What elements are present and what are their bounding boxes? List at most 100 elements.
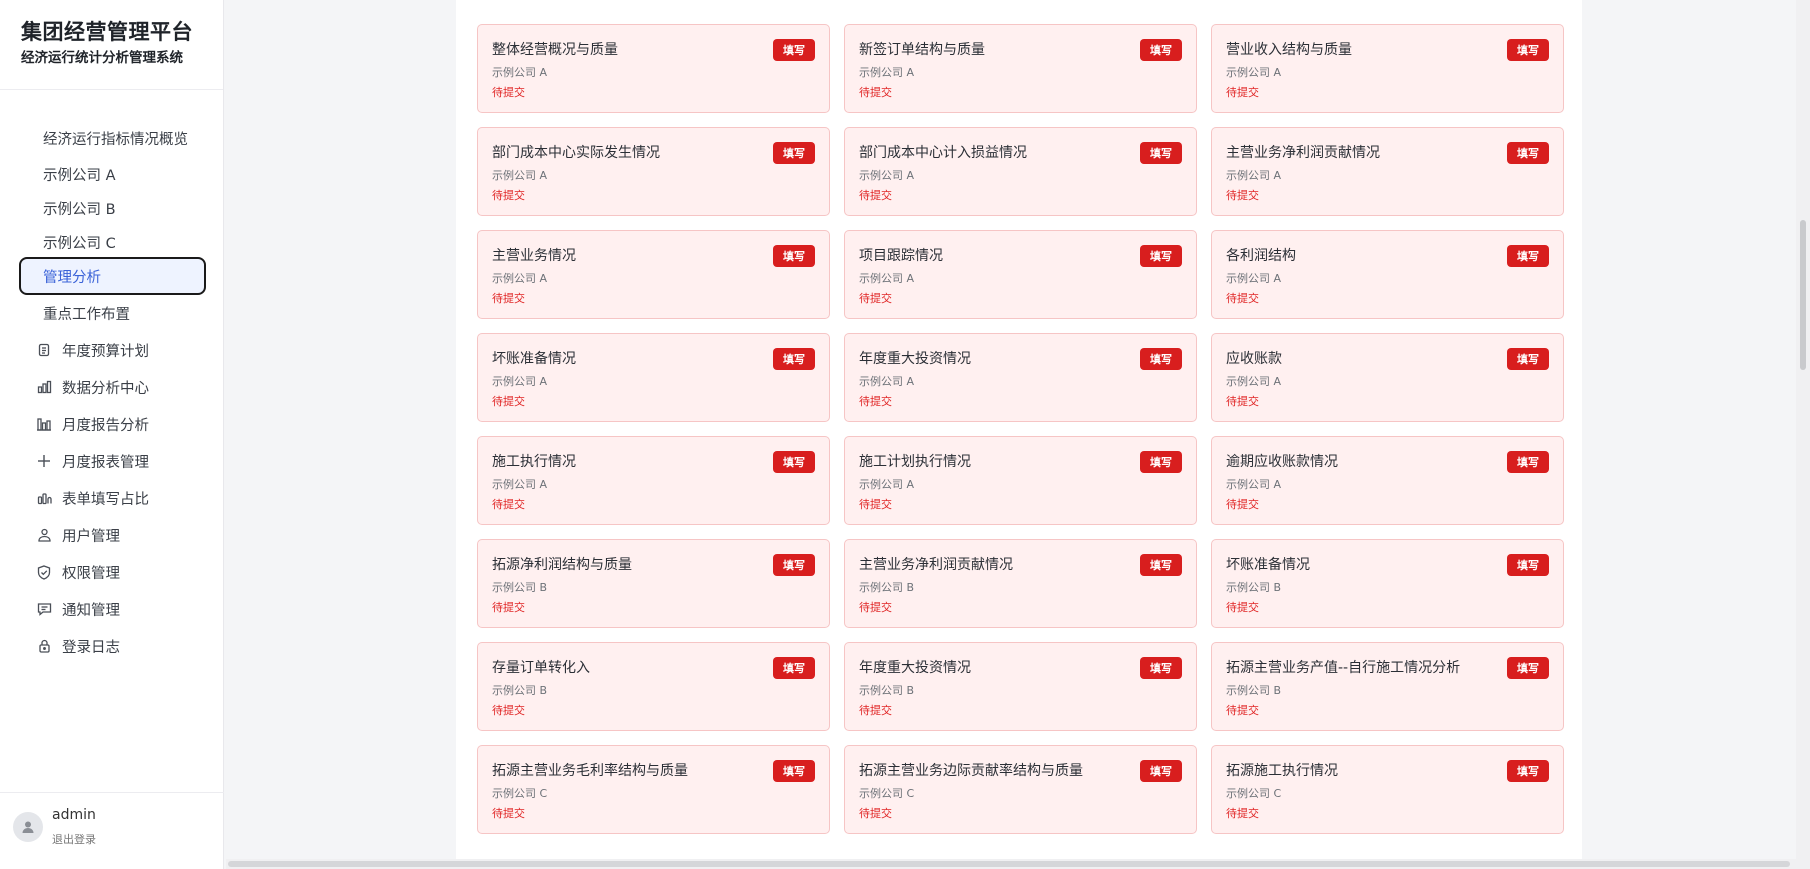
status-badge: 待提交 [492, 601, 525, 614]
sidebar-item[interactable]: 重点工作布置 [19, 294, 206, 332]
fill-button[interactable]: 填写 [773, 142, 815, 164]
report-card[interactable]: 拓源主营业务毛利率结构与质量 示例公司 C 待提交 填写 [477, 745, 830, 834]
report-card[interactable]: 拓源主营业务产值--自行施工情况分析 示例公司 B 待提交 填写 [1211, 642, 1564, 731]
report-card[interactable]: 坏账准备情况 示例公司 B 待提交 填写 [1211, 539, 1564, 628]
fill-button[interactable]: 填写 [773, 39, 815, 61]
card-title: 部门成本中心实际发生情况 [492, 145, 660, 161]
report-card[interactable]: 项目跟踪情况 示例公司 A 待提交 填写 [844, 230, 1197, 319]
fill-button[interactable]: 填写 [1507, 657, 1549, 679]
fill-button[interactable]: 填写 [1507, 760, 1549, 782]
report-card[interactable]: 拓源净利润结构与质量 示例公司 B 待提交 填写 [477, 539, 830, 628]
report-card[interactable]: 逾期应收账款情况 示例公司 A 待提交 填写 [1211, 436, 1564, 525]
card-title: 年度重大投资情况 [859, 351, 971, 367]
fill-button[interactable]: 填写 [773, 451, 815, 473]
sidebar-item[interactable]: 表单填写占比 [19, 479, 206, 517]
report-card[interactable]: 整体经营概况与质量 示例公司 A 待提交 填写 [477, 24, 830, 113]
card-company: 示例公司 A [859, 66, 915, 79]
fill-button[interactable]: 填写 [1140, 245, 1182, 267]
status-badge: 待提交 [859, 498, 892, 511]
report-card[interactable]: 拓源主营业务边际贡献率结构与质量 示例公司 C 待提交 填写 [844, 745, 1197, 834]
sidebar-item-label: 月度报告分析 [62, 417, 149, 434]
sidebar-item[interactable]: 通知管理 [19, 590, 206, 628]
fill-button[interactable]: 填写 [1140, 348, 1182, 370]
status-badge: 待提交 [492, 498, 525, 511]
card-title: 整体经营概况与质量 [492, 42, 618, 58]
report-card[interactable]: 主营业务净利润贡献情况 示例公司 B 待提交 填写 [844, 539, 1197, 628]
sidebar-item[interactable]: 经济运行指标情况概览 [19, 119, 206, 157]
fill-button[interactable]: 填写 [773, 348, 815, 370]
card-company: 示例公司 B [492, 684, 548, 697]
card-title: 营业收入结构与质量 [1226, 42, 1352, 58]
fill-button[interactable]: 填写 [1507, 348, 1549, 370]
fill-button[interactable]: 填写 [773, 245, 815, 267]
card-title: 项目跟踪情况 [859, 248, 943, 264]
column-chart-icon [36, 416, 52, 432]
fill-button[interactable]: 填写 [1140, 39, 1182, 61]
fill-button[interactable]: 填写 [1507, 142, 1549, 164]
scrollbar-thumb[interactable] [1800, 220, 1806, 370]
sidebar-item[interactable]: 示例公司 C [19, 223, 206, 261]
sidebar-item-label: 年度预算计划 [62, 343, 149, 360]
fill-button[interactable]: 填写 [1507, 554, 1549, 576]
fill-button[interactable]: 填写 [1140, 451, 1182, 473]
report-card[interactable]: 年度重大投资情况 示例公司 B 待提交 填写 [844, 642, 1197, 731]
sidebar-item[interactable]: 月度报表管理 [19, 442, 206, 480]
report-card[interactable]: 拓源施工执行情况 示例公司 C 待提交 填写 [1211, 745, 1564, 834]
report-card[interactable]: 坏账准备情况 示例公司 A 待提交 填写 [477, 333, 830, 422]
report-card[interactable]: 主营业务净利润贡献情况 示例公司 A 待提交 填写 [1211, 127, 1564, 216]
card-title: 应收账款 [1226, 351, 1282, 367]
status-badge: 待提交 [1226, 601, 1259, 614]
users-icon [36, 527, 52, 543]
sidebar-item[interactable]: 管理分析 [19, 257, 206, 295]
sidebar-item[interactable]: 示例公司 A [19, 155, 206, 193]
card-company: 示例公司 A [492, 478, 548, 491]
card-company: 示例公司 C [859, 787, 915, 800]
sidebar-item[interactable]: 权限管理 [19, 553, 206, 591]
card-company: 示例公司 A [1226, 66, 1282, 79]
status-badge: 待提交 [1226, 807, 1259, 820]
vertical-scrollbar[interactable] [1796, 0, 1810, 869]
sidebar-item-label: 示例公司 C [43, 235, 116, 252]
card-company: 示例公司 A [1226, 272, 1282, 285]
fill-button[interactable]: 填写 [773, 554, 815, 576]
sidebar-item[interactable]: 年度预算计划 [19, 331, 206, 369]
report-card[interactable]: 营业收入结构与质量 示例公司 A 待提交 填写 [1211, 24, 1564, 113]
fill-button[interactable]: 填写 [1507, 39, 1549, 61]
avatar[interactable] [13, 812, 43, 842]
message-icon [36, 601, 52, 617]
logout-link[interactable]: 退出登录 [52, 831, 96, 847]
fill-button[interactable]: 填写 [1507, 245, 1549, 267]
fill-button[interactable]: 填写 [1140, 657, 1182, 679]
horizontal-scrollbar[interactable] [226, 859, 1796, 869]
card-company: 示例公司 B [492, 581, 548, 594]
card-company: 示例公司 A [492, 66, 548, 79]
fill-button[interactable]: 填写 [1140, 142, 1182, 164]
report-card[interactable]: 年度重大投资情况 示例公司 A 待提交 填写 [844, 333, 1197, 422]
sidebar-item[interactable]: 数据分析中心 [19, 368, 206, 406]
card-company: 示例公司 C [492, 787, 548, 800]
sidebar-item[interactable]: 登录日志 [19, 627, 206, 665]
fill-button[interactable]: 填写 [1507, 451, 1549, 473]
report-card[interactable]: 存量订单转化入 示例公司 B 待提交 填写 [477, 642, 830, 731]
report-card[interactable]: 部门成本中心实际发生情况 示例公司 A 待提交 填写 [477, 127, 830, 216]
sidebar-item[interactable]: 示例公司 B [19, 189, 206, 227]
fill-button[interactable]: 填写 [1140, 760, 1182, 782]
report-card[interactable]: 应收账款 示例公司 A 待提交 填写 [1211, 333, 1564, 422]
sidebar-item-label: 示例公司 B [43, 201, 116, 218]
card-title: 主营业务净利润贡献情况 [859, 557, 1013, 573]
report-card[interactable]: 新签订单结构与质量 示例公司 A 待提交 填写 [844, 24, 1197, 113]
fill-button[interactable]: 填写 [773, 657, 815, 679]
sidebar-item[interactable]: 月度报告分析 [19, 405, 206, 443]
status-badge: 待提交 [492, 807, 525, 820]
sidebar: 集团经营管理平台 经济运行统计分析管理系统 经济运行指标情况概览 示例公司 A 示例… [0, 0, 224, 869]
fill-button[interactable]: 填写 [1140, 554, 1182, 576]
scrollbar-thumb[interactable] [228, 861, 1790, 867]
sidebar-item[interactable]: 用户管理 [19, 516, 206, 554]
report-card[interactable]: 各利润结构 示例公司 A 待提交 填写 [1211, 230, 1564, 319]
report-card[interactable]: 施工计划执行情况 示例公司 A 待提交 填写 [844, 436, 1197, 525]
report-card[interactable]: 部门成本中心计入损益情况 示例公司 A 待提交 填写 [844, 127, 1197, 216]
fill-button[interactable]: 填写 [773, 760, 815, 782]
report-card[interactable]: 施工执行情况 示例公司 A 待提交 填写 [477, 436, 830, 525]
card-company: 示例公司 B [1226, 684, 1282, 697]
report-card[interactable]: 主营业务情况 示例公司 A 待提交 填写 [477, 230, 830, 319]
